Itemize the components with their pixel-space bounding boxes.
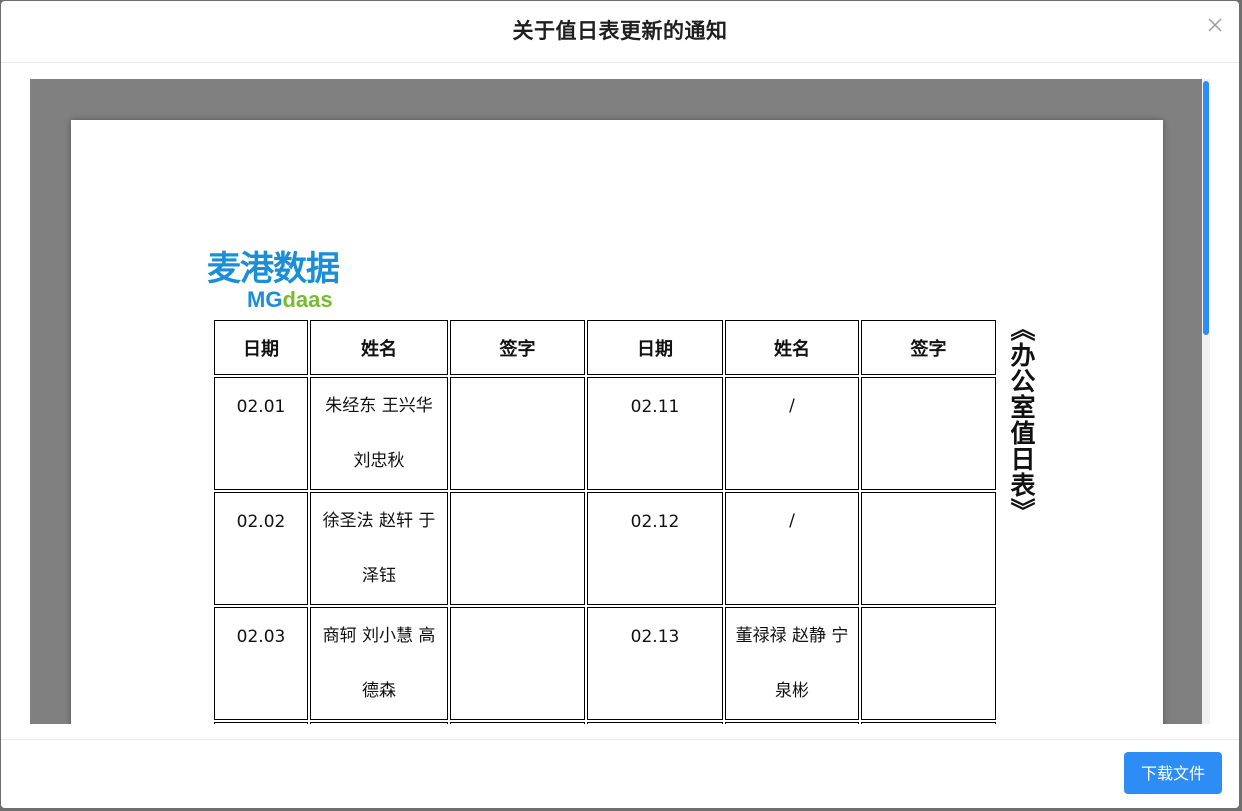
document-vertical-title: 《办公室值日表》 [1007, 316, 1036, 524]
name-cell [310, 722, 448, 724]
date-text: 02.01 [236, 397, 286, 417]
sign-text [862, 594, 995, 610]
scrollbar-thumb[interactable] [1203, 81, 1209, 335]
date-text: 02.03 [236, 627, 286, 647]
document-viewer[interactable]: 麦港数据 MGdaas 日期 姓名 签字 日期 姓名 签字 02.01 朱经东 … [30, 79, 1210, 724]
sign-text [862, 479, 995, 495]
date-text: 02.02 [236, 512, 286, 532]
download-button[interactable]: 下载文件 [1124, 752, 1222, 794]
name-text: 董禄禄 赵静 宁泉彬 [735, 626, 849, 701]
date-cell: 02.01 [214, 377, 308, 490]
close-button[interactable] [1205, 15, 1225, 35]
company-logo: 麦港数据 MGdaas [207, 250, 367, 314]
date-cell [587, 722, 723, 724]
date-cell: 02.13 [587, 607, 723, 720]
sign-cell [450, 722, 585, 724]
date-text: 02.11 [630, 397, 680, 417]
table-row: 02.02 徐圣法 赵轩 于泽钰 02.12 / [214, 492, 996, 605]
sign-cell [450, 607, 585, 720]
name-cell: / [725, 377, 859, 490]
date-text: 02.13 [630, 627, 680, 647]
dialog-header: 关于值日表更新的通知 [1, 1, 1239, 63]
sign-cell [450, 377, 585, 490]
sign-text [451, 364, 584, 380]
sign-text [451, 594, 584, 610]
name-cell: 董禄禄 赵静 宁泉彬 [725, 607, 859, 720]
table-row: 02.03 商轲 刘小慧 高德森 02.13 董禄禄 赵静 宁泉彬 [214, 607, 996, 720]
sign-text [451, 479, 584, 495]
name-cell: 商轲 刘小慧 高德森 [310, 607, 448, 720]
name-cell: 徐圣法 赵轩 于泽钰 [310, 492, 448, 605]
date-cell: 02.12 [587, 492, 723, 605]
duty-table: 日期 姓名 签字 日期 姓名 签字 02.01 朱经东 王兴华 刘忠秋 02.1… [212, 318, 998, 724]
date-text: 02.12 [630, 512, 680, 532]
dialog-footer: 下载文件 [1, 739, 1239, 808]
name-text: 朱经东 王兴华 刘忠秋 [325, 396, 433, 471]
sign-cell [861, 607, 996, 720]
logo-cn-text: 麦港数据 [207, 249, 340, 289]
header-name-2: 姓名 [725, 320, 859, 375]
sign-cell [861, 377, 996, 490]
notice-dialog: 关于值日表更新的通知 麦港数据 MGdaas 日期 姓名 签字 日期 姓名 签字… [1, 1, 1239, 808]
date-cell: 02.02 [214, 492, 308, 605]
name-text: / [789, 396, 795, 416]
table-row: 02.01 朱经东 王兴华 刘忠秋 02.11 / [214, 377, 996, 490]
date-cell [214, 722, 308, 724]
logo-en-mg: MG [247, 287, 283, 312]
logo-en-text: MGdaas [247, 288, 333, 312]
sign-text [862, 364, 995, 380]
name-text: 商轲 刘小慧 高德森 [322, 626, 436, 701]
sign-cell [861, 722, 996, 724]
table-row [214, 722, 996, 724]
name-text: 徐圣法 赵轩 于泽钰 [322, 511, 436, 586]
name-cell: 朱经东 王兴华 刘忠秋 [310, 377, 448, 490]
name-cell: / [725, 492, 859, 605]
logo-en-daas: daas [282, 287, 333, 312]
date-cell: 02.03 [214, 607, 308, 720]
sign-cell [450, 492, 585, 605]
name-cell [725, 722, 859, 724]
dialog-title: 关于值日表更新的通知 [512, 19, 728, 43]
sign-cell [861, 492, 996, 605]
document-page: 麦港数据 MGdaas 日期 姓名 签字 日期 姓名 签字 02.01 朱经东 … [71, 120, 1163, 724]
viewer-scrollbar[interactable] [1202, 79, 1210, 724]
date-cell: 02.11 [587, 377, 723, 490]
name-text: / [789, 511, 795, 531]
close-icon [1208, 18, 1222, 32]
header-name-1: 姓名 [310, 320, 448, 375]
